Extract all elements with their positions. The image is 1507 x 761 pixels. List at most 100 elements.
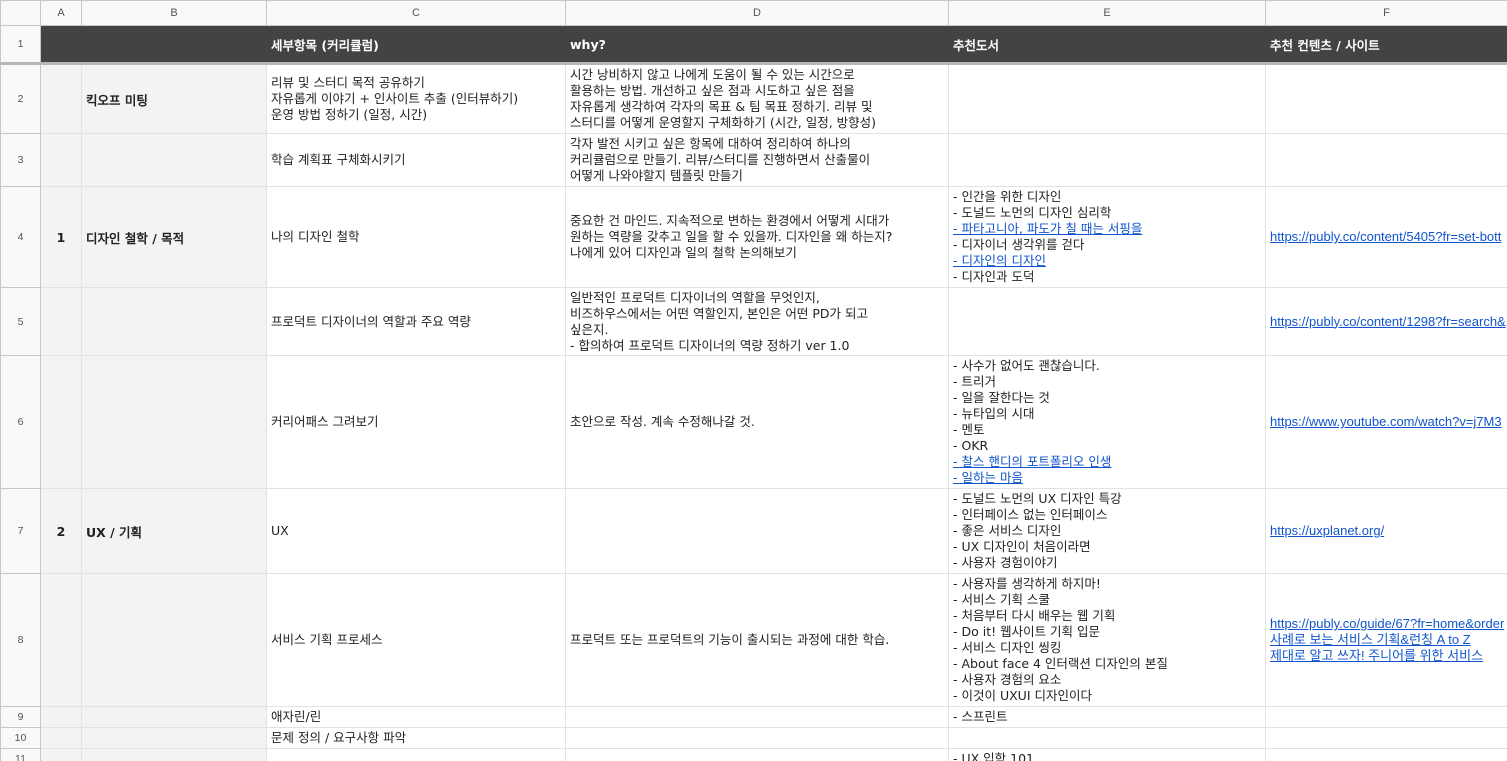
cell-section-number[interactable] xyxy=(40,355,82,489)
cell-curriculum[interactable]: 애자린/린 xyxy=(266,706,566,728)
row-header[interactable]: 9 xyxy=(0,706,41,728)
column-header-d[interactable]: D xyxy=(565,0,949,26)
cell-why[interactable] xyxy=(565,488,949,574)
cell-why[interactable]: 시간 낭비하지 않고 나에게 도움이 될 수 있는 시간으로 활용하는 방법. 개… xyxy=(565,63,949,134)
column-header-c[interactable]: C xyxy=(266,0,566,26)
row-header[interactable]: 1 xyxy=(0,25,41,65)
book-title: - 뉴타입의 시대 xyxy=(953,406,1035,421)
cell-category[interactable] xyxy=(81,727,267,749)
content-link[interactable]: https://publy.co/content/5405?fr=set-bot… xyxy=(1270,229,1503,245)
cell-curriculum[interactable]: 서비스 기획 프로세스 xyxy=(266,573,566,707)
book-link[interactable]: - 일하는 마음 xyxy=(953,470,1261,486)
cell-section-number[interactable]: 1 xyxy=(40,186,82,288)
cell-curriculum[interactable]: 프로덕트 디자이너의 역할과 주요 역량 xyxy=(266,287,566,356)
column-header-e[interactable]: E xyxy=(948,0,1266,26)
cell-why-header[interactable]: why? xyxy=(565,25,949,65)
cell-category[interactable] xyxy=(81,706,267,728)
row-header[interactable]: 7 xyxy=(0,488,41,574)
cell-why[interactable] xyxy=(565,748,949,761)
cell-category[interactable]: 디자인 철학 / 목적 xyxy=(81,186,267,288)
cell-books-header[interactable]: 추천도서 xyxy=(948,25,1266,65)
row-header[interactable]: 8 xyxy=(0,573,41,707)
row-header[interactable]: 11 xyxy=(0,748,41,761)
cell-books[interactable]: - 인간을 위한 디자인 - 도널드 노먼의 디자인 심리학 - 파타고니아, 파도… xyxy=(948,186,1266,288)
cell-contents[interactable] xyxy=(1265,133,1507,187)
cell-curriculum[interactable]: 학습 계획표 구체화시키기 xyxy=(266,133,566,187)
cell-why[interactable]: 중요한 건 마인드. 지속적으로 변하는 환경에서 어떻게 시대가 원하는 역량을… xyxy=(565,186,949,288)
book-title: - 이것이 UXUI 디자인이다 xyxy=(953,688,1092,703)
column-header-f[interactable]: F xyxy=(1265,0,1507,26)
cell-category[interactable]: 킥오프 미팅 xyxy=(81,63,267,134)
cell-category[interactable] xyxy=(81,355,267,489)
cell-why[interactable] xyxy=(565,706,949,728)
cell-section-number[interactable] xyxy=(40,63,82,134)
cell-contents[interactable]: https://publy.co/content/1298?fr=search& xyxy=(1265,287,1507,356)
cell-section-number[interactable] xyxy=(40,133,82,187)
cell-books[interactable]: - 사용자를 생각하게 하지마! - 서비스 기획 스쿨 - 처음부터 다시 배우는… xyxy=(948,573,1266,707)
row-header[interactable]: 5 xyxy=(0,287,41,356)
cell-curriculum[interactable]: UX xyxy=(266,488,566,574)
cell-category[interactable] xyxy=(81,573,267,707)
cell-section-number[interactable] xyxy=(40,727,82,749)
select-all-corner[interactable] xyxy=(0,0,41,26)
book-title: - 트리거 xyxy=(953,374,996,389)
content-link[interactable]: https://www.youtube.com/watch?v=j7M3 xyxy=(1270,414,1503,430)
cell-contents[interactable] xyxy=(1265,727,1507,749)
cell-books[interactable]: - UX 입학 101 xyxy=(948,748,1266,761)
cell[interactable] xyxy=(81,25,267,65)
cell-books[interactable]: - 스프린트 xyxy=(948,706,1266,728)
cell-curriculum[interactable]: 문제 정의 / 요구사항 파악 xyxy=(266,727,566,749)
table-row: 8 서비스 기획 프로세스 프로덕트 또는 프로덕트의 기능이 출시되는 과정에 대… xyxy=(0,573,1507,707)
cell-curriculum[interactable]: 리뷰 및 스터디 목적 공유하기 자유롭게 이야기 + 인사이트 추출 (인터뷰하… xyxy=(266,63,566,134)
cell-contents[interactable] xyxy=(1265,706,1507,728)
cell-contents[interactable]: https://www.youtube.com/watch?v=j7M3 xyxy=(1265,355,1507,489)
row-header[interactable]: 6 xyxy=(0,355,41,489)
cell-category[interactable]: UX / 기획 xyxy=(81,488,267,574)
content-link[interactable]: https://publy.co/guide/67?fr=home&order xyxy=(1270,616,1504,632)
content-link[interactable]: https://uxplanet.org/ xyxy=(1270,523,1503,539)
cell-section-number[interactable] xyxy=(40,706,82,728)
cell-why[interactable] xyxy=(565,727,949,749)
cell-curriculum[interactable] xyxy=(266,748,566,761)
column-header-a[interactable]: A xyxy=(40,0,82,26)
cell-why[interactable]: 각자 발전 시키고 싶은 항목에 대하여 정리하여 하나의 커리큘럼으로 만들기.… xyxy=(565,133,949,187)
cell[interactable] xyxy=(40,25,82,65)
cell-section-number[interactable] xyxy=(40,573,82,707)
cell-contents-header[interactable]: 추천 컨텐츠 / 사이트 xyxy=(1265,25,1507,65)
cell-contents[interactable]: https://uxplanet.org/ xyxy=(1265,488,1507,574)
cell-curriculum[interactable]: 나의 디자인 철학 xyxy=(266,186,566,288)
cell-why[interactable]: 일반적인 프로덕트 디자이너의 역할을 무엇인지, 비즈하우스에서는 어떤 역할인… xyxy=(565,287,949,356)
book-link[interactable]: - 파타고니아, 파도가 칠 때는 서핑을 xyxy=(953,221,1261,237)
cell-category[interactable] xyxy=(81,748,267,761)
content-link[interactable]: 사례로 보는 서비스 기획&런칭 A to Z xyxy=(1270,632,1503,648)
book-link[interactable]: - 찰스 핸디의 포트폴리오 인생 xyxy=(953,454,1261,470)
cell-section-number[interactable] xyxy=(40,287,82,356)
cell-books[interactable] xyxy=(948,63,1266,134)
row-header[interactable]: 10 xyxy=(0,727,41,749)
cell-why[interactable]: 초안으로 작성. 계속 수정해나갈 것. xyxy=(565,355,949,489)
content-link[interactable]: https://publy.co/content/1298?fr=search& xyxy=(1270,314,1506,330)
cell-section-number[interactable]: 2 xyxy=(40,488,82,574)
cell-category[interactable] xyxy=(81,133,267,187)
cell-line: 애자린/린 xyxy=(271,709,322,724)
book-link[interactable]: - 디자인의 디자인 xyxy=(953,253,1261,269)
content-link[interactable]: 제대로 알고 쓰자! 주니어를 위한 서비스 xyxy=(1270,648,1503,664)
row-header[interactable]: 2 xyxy=(0,63,41,134)
row-header[interactable]: 4 xyxy=(0,186,41,288)
cell-curriculum-header[interactable]: 세부항목 (커리큘럼) xyxy=(266,25,566,65)
cell-books[interactable]: - 도널드 노먼의 UX 디자인 특강 - 인터페이스 없는 인터페이스 - 좋은 … xyxy=(948,488,1266,574)
cell-why[interactable]: 프로덕트 또는 프로덕트의 기능이 출시되는 과정에 대한 학습. xyxy=(565,573,949,707)
cell-books[interactable] xyxy=(948,727,1266,749)
cell-contents[interactable] xyxy=(1265,63,1507,134)
cell-contents[interactable] xyxy=(1265,748,1507,761)
cell-section-number[interactable] xyxy=(40,748,82,761)
cell-curriculum[interactable]: 커리어패스 그려보기 xyxy=(266,355,566,489)
row-header[interactable]: 3 xyxy=(0,133,41,187)
cell-books[interactable]: - 사수가 없어도 괜찮습니다. - 트리거 - 일을 잘한다는 것- 뉴타입의 시… xyxy=(948,355,1266,489)
cell-contents[interactable]: https://publy.co/content/5405?fr=set-bot… xyxy=(1265,186,1507,288)
cell-category[interactable] xyxy=(81,287,267,356)
column-header-b[interactable]: B xyxy=(81,0,267,26)
cell-books[interactable] xyxy=(948,133,1266,187)
cell-books[interactable] xyxy=(948,287,1266,356)
cell-contents[interactable]: https://publy.co/guide/67?fr=home&order 사… xyxy=(1265,573,1507,707)
